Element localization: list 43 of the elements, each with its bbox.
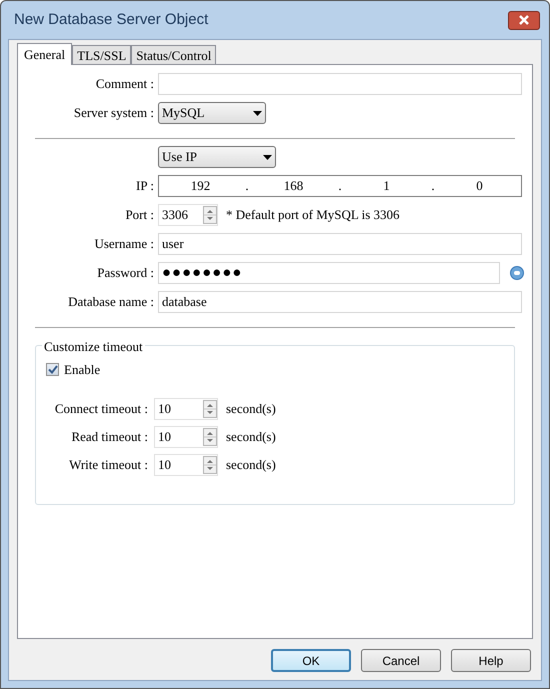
input-field[interactable] — [158, 73, 522, 95]
dialog-button[interactable]: Help — [451, 649, 531, 672]
timeout-spin-field[interactable]: 10 — [154, 426, 218, 448]
spin-buttons[interactable] — [203, 206, 217, 224]
checkbox-label: Enable — [64, 361, 100, 379]
input-field[interactable]: user — [158, 233, 522, 255]
timeout-spin-field[interactable]: 10 — [154, 454, 218, 476]
unit-label: second(s) — [226, 456, 276, 474]
close-button[interactable] — [508, 10, 540, 30]
field-label: Read timeout : — [71, 428, 148, 444]
spin-buttons[interactable] — [203, 400, 217, 418]
field-label: Username : — [94, 236, 154, 252]
spin-buttons[interactable] — [203, 456, 217, 474]
field-label: Connect timeout : — [54, 400, 148, 416]
field-label: Server system : — [74, 105, 154, 120]
field-label: IP : — [136, 178, 154, 194]
close-icon — [518, 15, 530, 25]
port-spin-field[interactable]: 3306 — [158, 204, 218, 226]
password-field[interactable]: ●●●●●●●● — [158, 262, 500, 284]
field-label: Write timeout : — [69, 456, 148, 472]
tab[interactable]: General — [17, 43, 72, 65]
eye-icon[interactable] — [510, 266, 524, 280]
checkbox[interactable] — [46, 363, 59, 376]
default-port-note: * Default port of MySQL is 3306 — [226, 206, 400, 224]
dialog-button[interactable]: Cancel — [361, 649, 441, 672]
field-label: Database name : — [68, 294, 154, 310]
caret-icon — [263, 154, 272, 160]
field-label: Password : — [97, 265, 154, 280]
unit-label: second(s) — [226, 428, 276, 446]
dropdown[interactable]: MySQL — [158, 102, 266, 124]
tab[interactable]: TLS/SSL — [72, 45, 132, 64]
timeout-spin-field[interactable]: 10 — [154, 398, 218, 420]
field-label: Comment : — [96, 76, 154, 92]
spin-buttons[interactable] — [203, 428, 217, 446]
dropdown[interactable]: Use IP — [158, 146, 276, 168]
input-field[interactable]: database — [158, 291, 522, 313]
unit-label: second(s) — [226, 400, 276, 418]
ip-address-field[interactable]: 192 . 168 . 1 . 0 — [158, 175, 522, 197]
tab[interactable]: Status/Control — [131, 45, 216, 64]
field-label: Port : — [125, 207, 154, 222]
caret-icon — [253, 110, 262, 116]
dialog-button[interactable]: OK — [271, 649, 351, 672]
window-title: New Database Server Object — [13, 10, 208, 30]
